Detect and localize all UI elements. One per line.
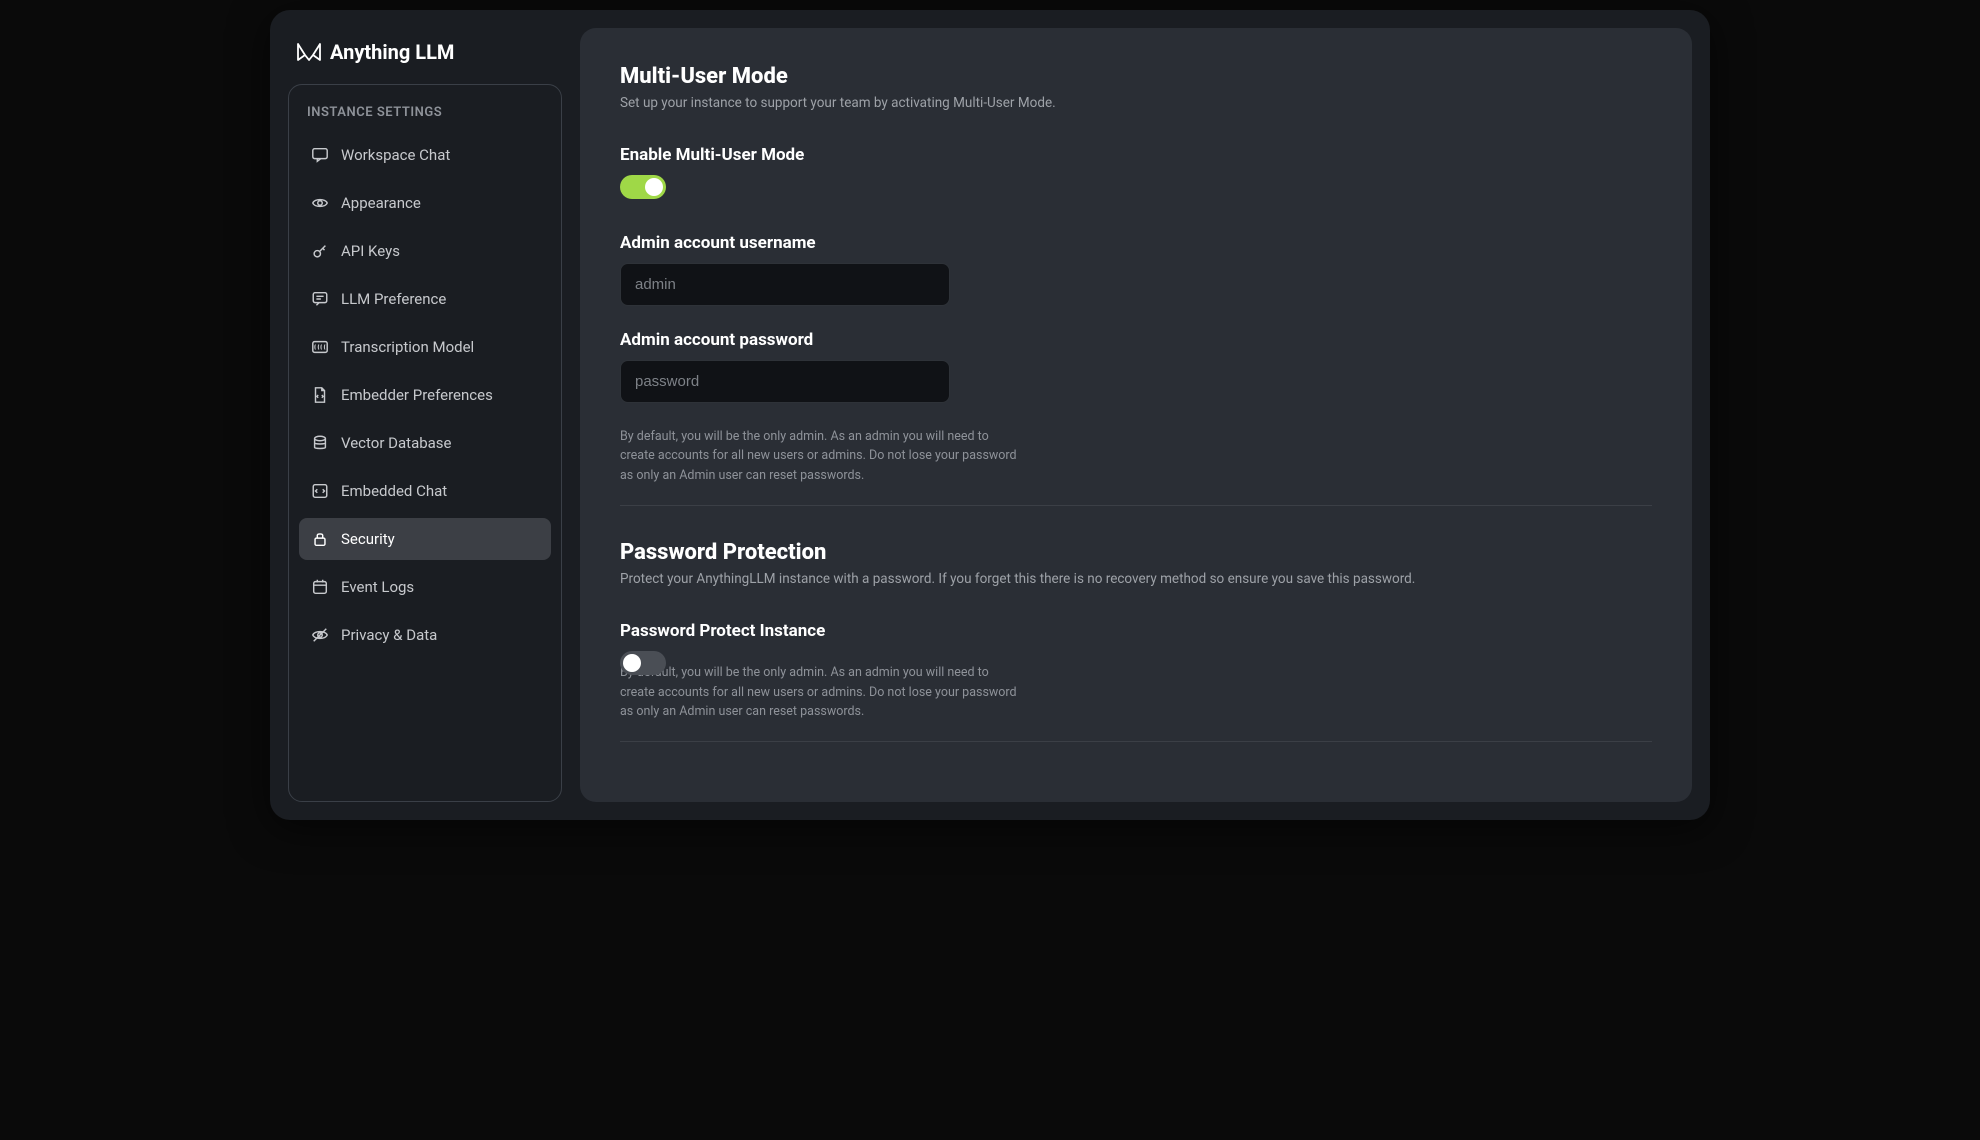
file-code-icon: [311, 386, 329, 404]
multi-user-subtitle: Set up your instance to support your tea…: [620, 95, 1652, 111]
message-icon: [311, 290, 329, 308]
sidebar-item-label: Vector Database: [341, 434, 452, 452]
main-panel: Multi-User Mode Set up your instance to …: [580, 28, 1692, 802]
lock-icon: [311, 530, 329, 548]
sidebar-item-label: Security: [341, 530, 395, 548]
password-protect-toggle[interactable]: [620, 651, 666, 675]
brand-name: Anything LLM: [330, 40, 454, 64]
divider: [620, 741, 1652, 742]
cc-icon: [311, 338, 329, 356]
brand-logo-icon: [296, 42, 322, 62]
divider: [620, 505, 1652, 506]
sidebar-item-transcription-model[interactable]: Transcription Model: [299, 326, 551, 368]
sidebar-item-workspace-chat[interactable]: Workspace Chat: [299, 134, 551, 176]
sidebar-item-event-logs[interactable]: Event Logs: [299, 566, 551, 608]
admin-username-input[interactable]: [620, 263, 950, 306]
calendar-icon: [311, 578, 329, 596]
sidebar-item-security[interactable]: Security: [299, 518, 551, 560]
password-protection-title: Password Protection: [620, 540, 1652, 565]
sidebar-item-embedded-chat[interactable]: Embedded Chat: [299, 470, 551, 512]
embed-icon: [311, 482, 329, 500]
admin-username-label: Admin account username: [620, 233, 1652, 253]
sidebar-item-label: Privacy & Data: [341, 626, 437, 644]
sidebar-item-label: Embedder Preferences: [341, 386, 493, 404]
app-window: Anything LLM INSTANCE SETTINGS Workspace…: [270, 10, 1710, 820]
sidebar-item-label: Workspace Chat: [341, 146, 450, 164]
sidebar-item-llm-preference[interactable]: LLM Preference: [299, 278, 551, 320]
chat-icon: [311, 146, 329, 164]
sidebar-item-label: Embedded Chat: [341, 482, 447, 500]
password-protection-subtitle: Protect your AnythingLLM instance with a…: [620, 571, 1652, 587]
sidebar-item-label: Transcription Model: [341, 338, 474, 356]
password-protect-label: Password Protect Instance: [620, 621, 1652, 641]
nav-panel: INSTANCE SETTINGS Workspace Chat Appeara…: [288, 84, 562, 802]
nav-heading: INSTANCE SETTINGS: [299, 101, 551, 134]
sidebar-item-vector-database[interactable]: Vector Database: [299, 422, 551, 464]
eye-icon: [311, 194, 329, 212]
admin-password-label: Admin account password: [620, 330, 1652, 350]
sidebar-item-appearance[interactable]: Appearance: [299, 182, 551, 224]
enable-multi-user-label: Enable Multi-User Mode: [620, 145, 1652, 165]
sidebar: Anything LLM INSTANCE SETTINGS Workspace…: [270, 10, 580, 820]
sidebar-item-embedder-preferences[interactable]: Embedder Preferences: [299, 374, 551, 416]
sidebar-item-label: Event Logs: [341, 578, 414, 596]
eye-off-icon: [311, 626, 329, 644]
password-protection-helper: By default, you will be the only admin. …: [620, 663, 1020, 721]
brand: Anything LLM: [288, 40, 562, 84]
sidebar-item-api-keys[interactable]: API Keys: [299, 230, 551, 272]
toggle-knob: [623, 654, 641, 672]
admin-password-input[interactable]: [620, 360, 950, 403]
sidebar-item-privacy-data[interactable]: Privacy & Data: [299, 614, 551, 656]
key-icon: [311, 242, 329, 260]
sidebar-item-label: API Keys: [341, 242, 400, 260]
sidebar-item-label: LLM Preference: [341, 290, 446, 308]
toggle-knob: [645, 178, 663, 196]
enable-multi-user-toggle[interactable]: [620, 175, 666, 199]
sidebar-item-label: Appearance: [341, 194, 421, 212]
multi-user-helper: By default, you will be the only admin. …: [620, 427, 1020, 485]
database-icon: [311, 434, 329, 452]
multi-user-title: Multi-User Mode: [620, 64, 1652, 89]
